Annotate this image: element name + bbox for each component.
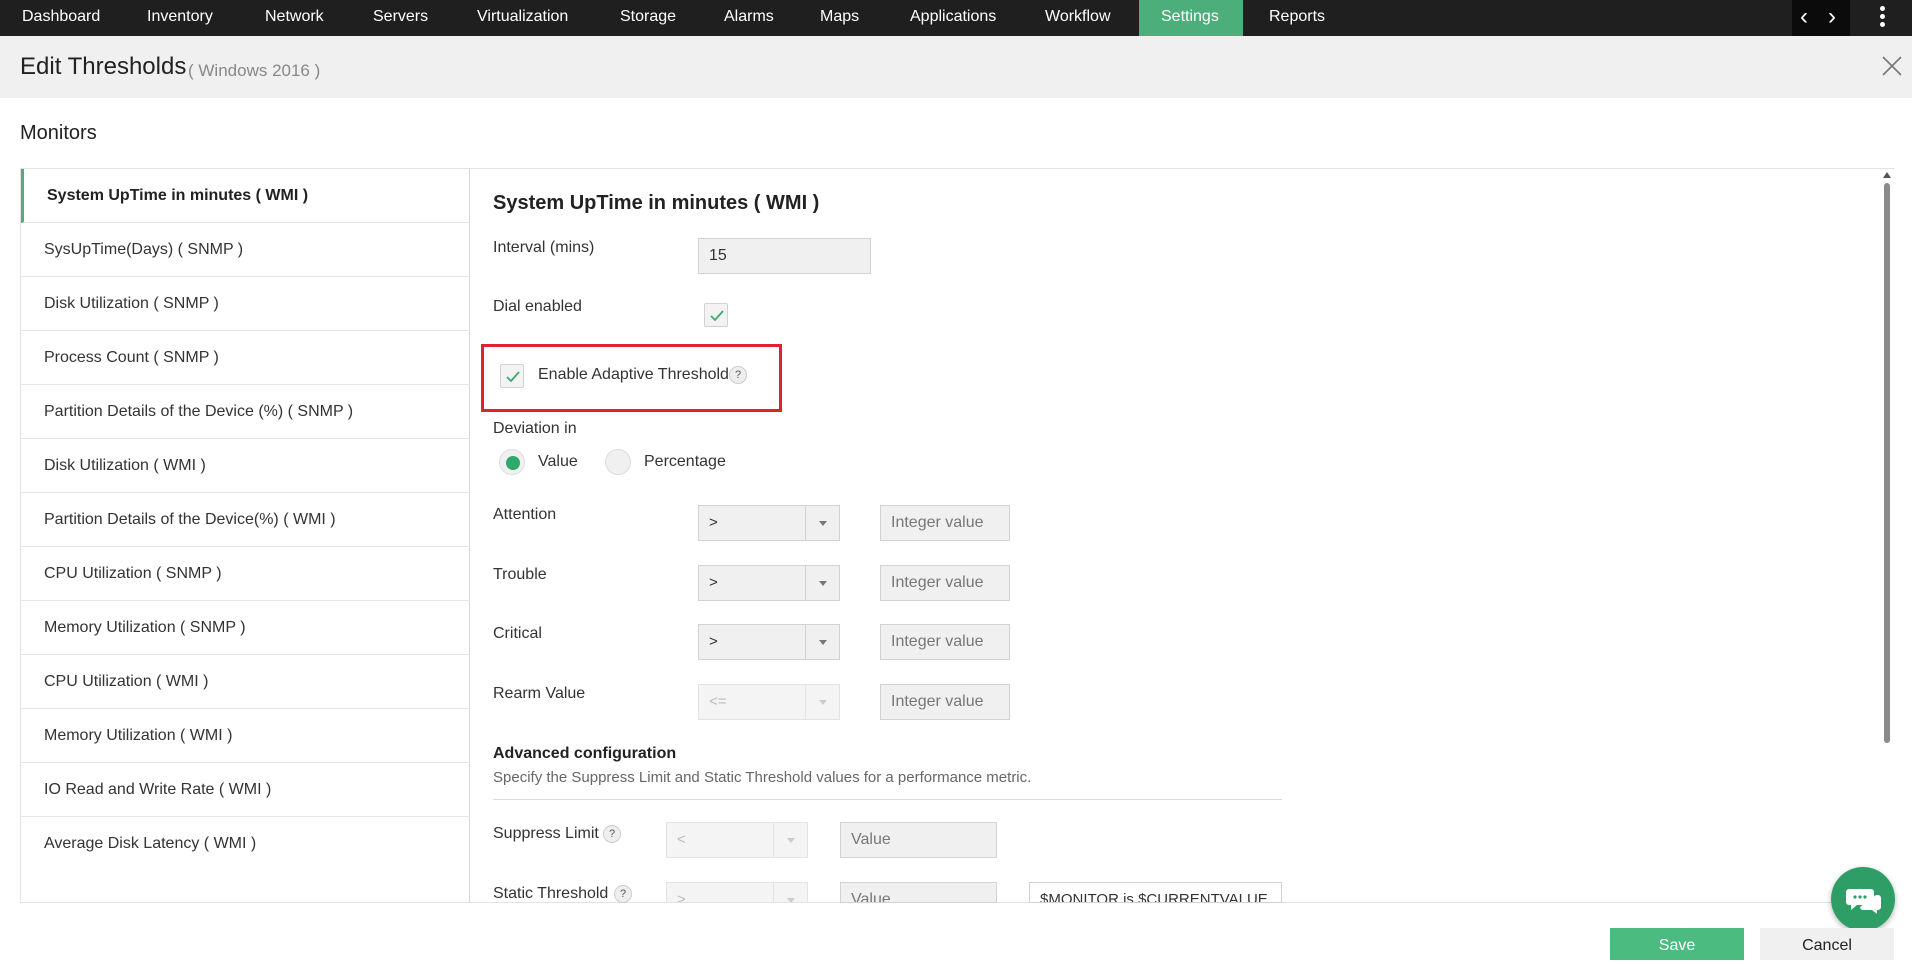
nav-virtualization[interactable]: Virtualization [455,0,590,36]
monitor-list: System UpTime in minutes ( WMI ) SysUpTi… [20,168,470,903]
monitor-item-io-read-write-wmi[interactable]: IO Read and Write Rate ( WMI ) [21,763,470,817]
nav-applications[interactable]: Applications [888,0,1018,36]
critical-operator-value: > [709,633,718,650]
suppress-operator-value: < [677,831,686,848]
monitor-item-memory-utilization-snmp[interactable]: Memory Utilization ( SNMP ) [21,601,470,655]
chat-button[interactable] [1831,867,1895,931]
interval-label: Interval (mins) [493,239,595,256]
attention-operator-select[interactable]: > [698,505,840,541]
deviation-label: Deviation in [493,420,577,437]
critical-label: Critical [493,625,542,642]
chevron-down-icon [773,883,807,902]
monitor-item-partition-details-snmp[interactable]: Partition Details of the Device (%) ( SN… [21,385,470,439]
static-threshold-label: Static Threshold [493,885,609,902]
dial-enabled-label: Dial enabled [493,298,582,315]
static-value-input[interactable]: Value [840,882,997,903]
rearm-operator-value: <= [709,693,727,710]
dialog-header: Edit Thresholds ( Windows 2016 ) [0,36,1912,98]
chevron-down-icon [805,625,839,659]
monitor-item-disk-utilization-wmi[interactable]: Disk Utilization ( WMI ) [21,439,470,493]
monitor-item-memory-utilization-wmi[interactable]: Memory Utilization ( WMI ) [21,709,470,763]
chat-icon [1846,889,1881,914]
static-operator-value: > [677,891,686,903]
static-operator-select: > [666,882,808,903]
suppress-operator-select: < [666,822,808,858]
attention-label: Attention [493,506,557,523]
trouble-label: Trouble [493,566,547,583]
cancel-button[interactable]: Cancel [1760,928,1894,960]
chevron-down-icon [805,506,839,540]
adaptive-threshold-help-icon[interactable]: ? [729,366,747,384]
adaptive-threshold-checkbox[interactable] [500,364,524,388]
monitor-item-average-disk-latency-wmi[interactable]: Average Disk Latency ( WMI ) [21,817,470,871]
chevron-left-icon[interactable]: ‹ [1800,4,1808,30]
static-threshold-message-input[interactable]: $MONITOR is $CURRENTVALUE [1029,882,1282,903]
adaptive-threshold-label: Enable Adaptive Threshold [538,366,729,383]
more-menu-icon[interactable] [1880,6,1886,30]
critical-value-input[interactable]: Integer value [880,624,1010,660]
nav-dashboard[interactable]: Dashboard [0,0,122,36]
monitor-item-partition-details-wmi[interactable]: Partition Details of the Device(%) ( WMI… [21,493,470,547]
chevron-down-icon [805,566,839,600]
scroll-up-arrow-icon[interactable] [1883,172,1891,178]
monitor-item-cpu-utilization-wmi[interactable]: CPU Utilization ( WMI ) [21,655,470,709]
dial-enabled-checkbox[interactable] [704,303,728,327]
nav-scroll-arrows: ‹ › [1792,0,1850,36]
chevron-down-icon [773,823,807,857]
suppress-value-input[interactable]: Value [840,822,997,858]
trouble-value-input[interactable]: Integer value [880,565,1010,601]
nav-network[interactable]: Network [243,0,346,36]
attention-operator-value: > [709,514,718,531]
deviation-value-radio[interactable] [499,449,525,475]
deviation-percentage-label: Percentage [644,453,726,470]
deviation-value-label: Value [538,453,578,470]
nav-storage[interactable]: Storage [598,0,698,36]
chevron-right-icon[interactable]: › [1828,4,1836,30]
monitor-item-cpu-utilization-snmp[interactable]: CPU Utilization ( SNMP ) [21,547,470,601]
nav-workflow[interactable]: Workflow [1023,0,1133,36]
interval-input[interactable]: 15 [698,238,871,274]
monitor-title: System UpTime in minutes ( WMI ) [493,192,820,214]
panel-scrollbar[interactable] [1884,183,1890,743]
nav-inventory[interactable]: Inventory [125,0,235,36]
deviation-percentage-radio[interactable] [605,449,631,475]
critical-operator-select[interactable]: > [698,624,840,660]
rearm-label: Rearm Value [493,685,586,702]
close-icon[interactable] [1880,54,1904,78]
advanced-config-heading: Advanced configuration [493,745,677,762]
trouble-operator-select[interactable]: > [698,565,840,601]
suppress-limit-label: Suppress Limit [493,825,599,842]
top-navigation: Dashboard Inventory Network Servers Virt… [0,0,1912,36]
nav-maps[interactable]: Maps [798,0,881,36]
monitor-item-disk-utilization-snmp[interactable]: Disk Utilization ( SNMP ) [21,277,470,331]
save-button[interactable]: Save [1610,928,1744,960]
nav-alarms[interactable]: Alarms [702,0,796,36]
attention-value-input[interactable]: Integer value [880,505,1010,541]
monitor-item-system-uptime-wmi[interactable]: System UpTime in minutes ( WMI ) [21,169,470,223]
checkmark-icon [710,310,724,322]
checkmark-icon [506,371,520,383]
threshold-settings-panel [470,168,1894,903]
section-divider [493,799,1282,800]
device-name: ( Windows 2016 ) [188,61,321,80]
monitors-heading: Monitors [20,122,97,144]
chevron-down-icon [805,685,839,719]
rearm-operator-select: <= [698,684,840,720]
monitor-item-sysuptime-snmp[interactable]: SysUpTime(Days) ( SNMP ) [21,223,470,277]
monitor-item-process-count-snmp[interactable]: Process Count ( SNMP ) [21,331,470,385]
trouble-operator-value: > [709,574,718,591]
static-threshold-help-icon[interactable]: ? [614,885,632,903]
nav-settings[interactable]: Settings [1139,0,1243,36]
page-title: Edit Thresholds [20,53,187,80]
nav-reports[interactable]: Reports [1247,0,1347,36]
rearm-value-input[interactable]: Integer value [880,684,1010,720]
advanced-config-description: Specify the Suppress Limit and Static Th… [493,769,1032,786]
nav-servers[interactable]: Servers [351,0,450,36]
suppress-limit-help-icon[interactable]: ? [603,825,621,843]
